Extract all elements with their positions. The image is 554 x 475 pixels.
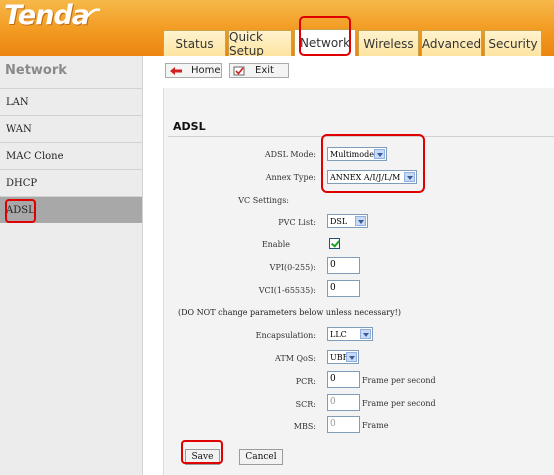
sidebar-item-mac-clone[interactable]: MAC Clone: [0, 142, 142, 169]
tab-quick-setup[interactable]: Quick Setup: [228, 30, 292, 58]
tenda-logo: Tenda: [4, 0, 90, 31]
annex-type-label: Annex Type:: [265, 173, 316, 182]
sidebar-item-wan[interactable]: WAN: [0, 115, 142, 142]
header-bar: Tenda Status Quick Setup Network Wireles…: [0, 0, 554, 58]
atm-qos-select[interactable]: UBR: [327, 350, 359, 364]
exit-label: Exit: [255, 65, 274, 76]
adsl-mode-label: ADSL Mode:: [264, 150, 316, 159]
scr-unit: Frame per second: [362, 399, 436, 408]
chevron-down-icon: [360, 329, 371, 339]
adsl-mode-highlight: [321, 134, 425, 193]
tab-wireless[interactable]: Wireless: [358, 30, 419, 56]
chevron-down-icon: [355, 216, 366, 226]
home-label: Home: [191, 65, 221, 76]
encapsulation-select[interactable]: LLC: [327, 327, 373, 341]
exit-check-icon: [233, 66, 245, 75]
logo-swoosh-icon: [84, 8, 101, 19]
atm-qos-label: ATM QoS:: [275, 354, 316, 363]
vpi-input[interactable]: 0: [327, 257, 360, 274]
home-arrow-icon: [170, 66, 182, 75]
mbs-unit: Frame: [362, 421, 389, 430]
pvc-list-value: DSL: [330, 216, 348, 226]
adsl-item-highlight: [5, 199, 36, 223]
network-tab-highlight: [299, 16, 351, 56]
sidebar-item-lan[interactable]: LAN: [0, 88, 142, 115]
pcr-input[interactable]: 0: [327, 371, 360, 388]
home-button[interactable]: Home: [165, 63, 222, 78]
encapsulation-label: Encapsulation:: [255, 331, 316, 340]
exit-button[interactable]: Exit: [229, 63, 289, 78]
scr-input[interactable]: 0: [327, 394, 360, 411]
sidebar-title: Network: [5, 63, 67, 78]
vpi-label: VPI(0-255):: [269, 263, 316, 272]
scr-label: SCR:: [295, 400, 316, 409]
enable-checkbox[interactable]: [329, 238, 340, 249]
tab-status[interactable]: Status: [163, 30, 226, 56]
mbs-label: MBS:: [293, 422, 316, 431]
warning-note: (DO NOT change parameters below unless n…: [178, 308, 401, 317]
enable-label: Enable: [261, 240, 290, 249]
sidebar-item-dhcp[interactable]: DHCP: [0, 169, 142, 196]
toolbar: Home Exit: [143, 56, 554, 88]
encapsulation-value: LLC: [330, 329, 347, 339]
section-title: ADSL: [173, 120, 206, 133]
save-button-highlight: [181, 440, 223, 464]
sidebar: Network LAN WAN MAC Clone DHCP ADSL: [0, 56, 143, 475]
pvc-list-label: PVC List:: [278, 218, 316, 227]
tab-advanced[interactable]: Advanced: [421, 30, 482, 56]
vc-settings-label: VC Settings:: [238, 196, 289, 205]
chevron-down-icon: [346, 352, 357, 362]
main-tabs: Status Quick Setup Network Wireless Adva…: [163, 29, 542, 58]
pcr-label: PCR:: [295, 377, 316, 386]
vci-input[interactable]: 0: [327, 280, 360, 297]
tab-security[interactable]: Security: [484, 30, 542, 56]
cancel-button[interactable]: Cancel: [239, 449, 283, 465]
pvc-list-select[interactable]: DSL: [327, 214, 368, 228]
vci-label: VCI(1-65535):: [258, 286, 316, 295]
mbs-input[interactable]: 0: [327, 416, 360, 433]
pcr-unit: Frame per second: [362, 376, 436, 385]
